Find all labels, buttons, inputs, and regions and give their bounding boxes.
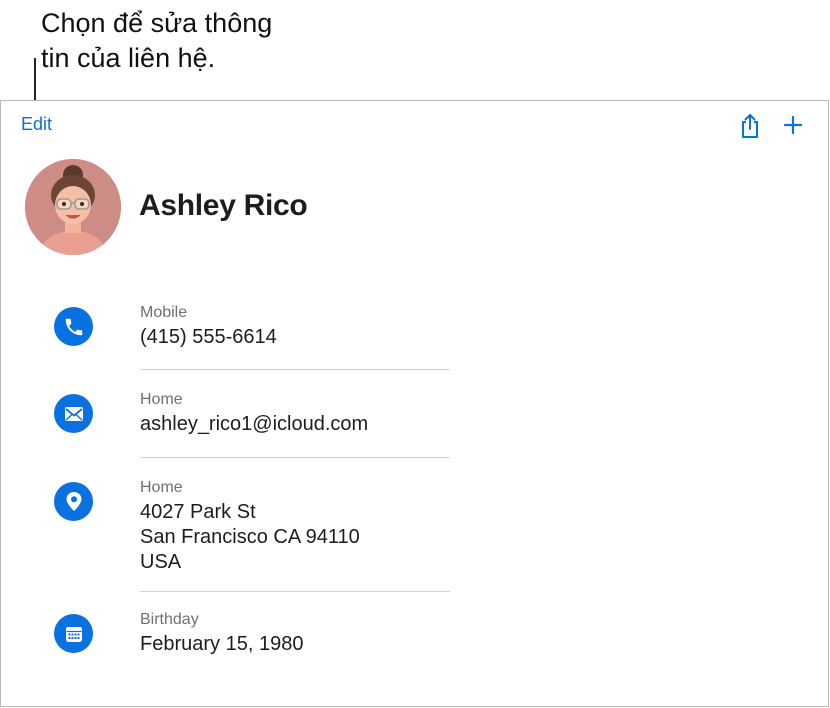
location-icon[interactable] — [54, 482, 93, 521]
divider — [140, 369, 450, 370]
edit-button[interactable]: Edit — [21, 114, 52, 135]
callout-line-2: tin của liên hệ. — [41, 43, 216, 73]
divider — [140, 591, 450, 592]
callout-annotation: Chọn để sửa thông tin của liên hệ. — [41, 6, 321, 76]
field-label-home-email: Home — [140, 391, 183, 408]
mail-icon[interactable] — [54, 394, 93, 433]
calendar-icon[interactable] — [54, 614, 93, 653]
address-line-3[interactable]: USA — [140, 550, 181, 575]
contact-card: Edit Ashley Rico Mobile (415) 555-6614 H… — [0, 100, 829, 707]
birthday-value[interactable]: February 15, 1980 — [140, 632, 303, 657]
email-address[interactable]: ashley_rico1@icloud.com — [140, 412, 368, 437]
address-line-1[interactable]: 4027 Park St — [140, 500, 256, 525]
field-label-mobile: Mobile — [140, 304, 188, 321]
contact-name: Ashley Rico — [139, 189, 308, 222]
field-label-birthday: Birthday — [140, 611, 199, 628]
phone-icon[interactable] — [54, 307, 93, 346]
avatar[interactable] — [25, 159, 121, 255]
address-line-2[interactable]: San Francisco CA 94110 — [140, 525, 360, 550]
plus-icon[interactable] — [782, 114, 804, 136]
callout-line-1: Chọn để sửa thông — [41, 8, 273, 38]
field-label-home-address: Home — [140, 479, 183, 496]
divider — [140, 457, 450, 458]
share-icon[interactable] — [738, 113, 762, 139]
phone-number[interactable]: (415) 555-6614 — [140, 325, 277, 350]
